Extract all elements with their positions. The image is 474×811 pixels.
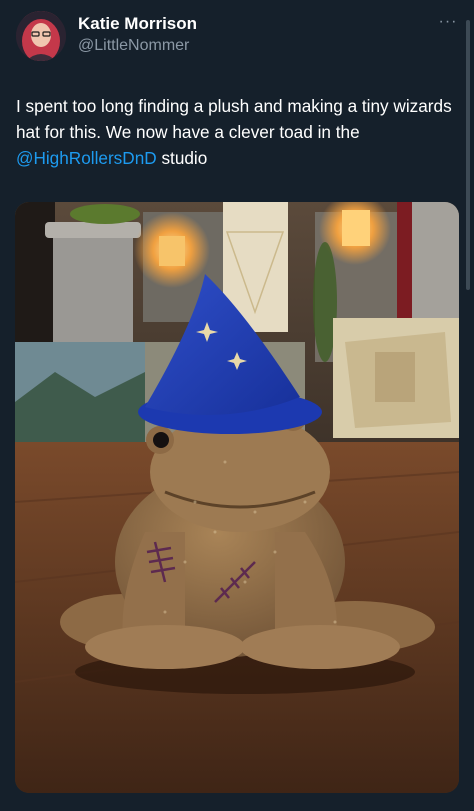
tweet-text-after: studio bbox=[156, 148, 208, 168]
avatar[interactable] bbox=[16, 11, 66, 61]
more-icon[interactable]: ··· bbox=[436, 10, 460, 34]
author-name[interactable]: Katie Morrison bbox=[78, 14, 197, 34]
mention-link[interactable]: @HighRollersDnD bbox=[16, 148, 157, 168]
tweet-photo[interactable] bbox=[15, 202, 459, 793]
author-handle[interactable]: @LittleNommer bbox=[78, 37, 189, 55]
tweet-header: Katie Morrison @LittleNommer ··· bbox=[0, 0, 474, 80]
tweet-text: I spent too long finding a plush and mak… bbox=[16, 93, 458, 171]
toad-plush-photo bbox=[15, 202, 459, 793]
avatar-image bbox=[16, 11, 66, 61]
scrollbar[interactable] bbox=[466, 20, 470, 290]
tweet-text-before: I spent too long finding a plush and mak… bbox=[16, 96, 452, 142]
